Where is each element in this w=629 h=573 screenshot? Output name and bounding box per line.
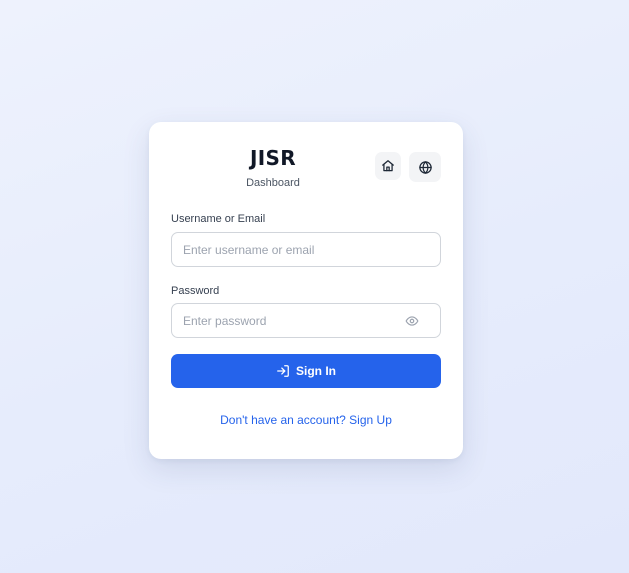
login-card: JISR Dashboard Username or Email Passwor… xyxy=(149,122,463,459)
brand-subtitle: Dashboard xyxy=(246,177,300,189)
password-input[interactable] xyxy=(172,304,440,337)
eye-icon xyxy=(405,316,419,326)
username-field xyxy=(171,232,441,267)
language-button[interactable] xyxy=(409,152,441,182)
sign-up-link[interactable]: Don't have an account? Sign Up xyxy=(149,413,463,428)
home-icon xyxy=(382,160,394,172)
brand-header: JISR Dashboard xyxy=(229,146,317,190)
globe-icon xyxy=(418,160,432,174)
sign-in-label: Sign In xyxy=(296,364,336,378)
home-button[interactable] xyxy=(375,152,401,180)
sign-in-button[interactable]: Sign In xyxy=(171,354,441,388)
password-visibility-toggle[interactable] xyxy=(404,314,420,328)
sign-in-icon xyxy=(277,365,289,377)
password-field xyxy=(171,303,441,338)
username-input[interactable] xyxy=(172,233,440,266)
username-label: Username or Email xyxy=(171,213,266,225)
brand-title: JISR xyxy=(250,146,296,170)
password-label: Password xyxy=(171,285,220,297)
